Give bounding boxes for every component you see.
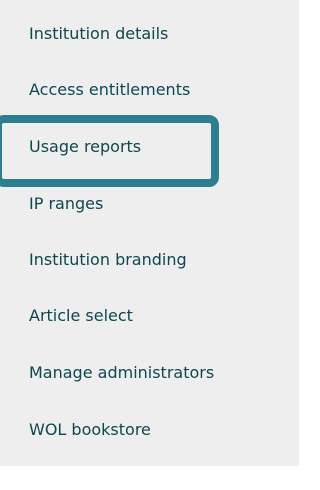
sidebar-item-article-select[interactable]: Article select bbox=[29, 296, 284, 336]
sidebar-item-institution-branding[interactable]: Institution branding bbox=[29, 240, 284, 280]
sidebar-item-institution-details[interactable]: Institution details bbox=[29, 14, 284, 54]
sidebar-item-wol-bookstore[interactable]: WOL bookstore bbox=[29, 410, 284, 450]
sidebar-item-usage-reports[interactable]: Usage reports bbox=[29, 127, 284, 167]
sidebar-item-access-entitlements[interactable]: Access entitlements bbox=[29, 70, 284, 110]
sidebar-item-ip-ranges[interactable]: IP ranges bbox=[29, 184, 284, 224]
sidebar-item-manage-administrators[interactable]: Manage administrators bbox=[29, 353, 284, 393]
sidebar-menu: Institution details Access entitlements … bbox=[0, 0, 299, 466]
